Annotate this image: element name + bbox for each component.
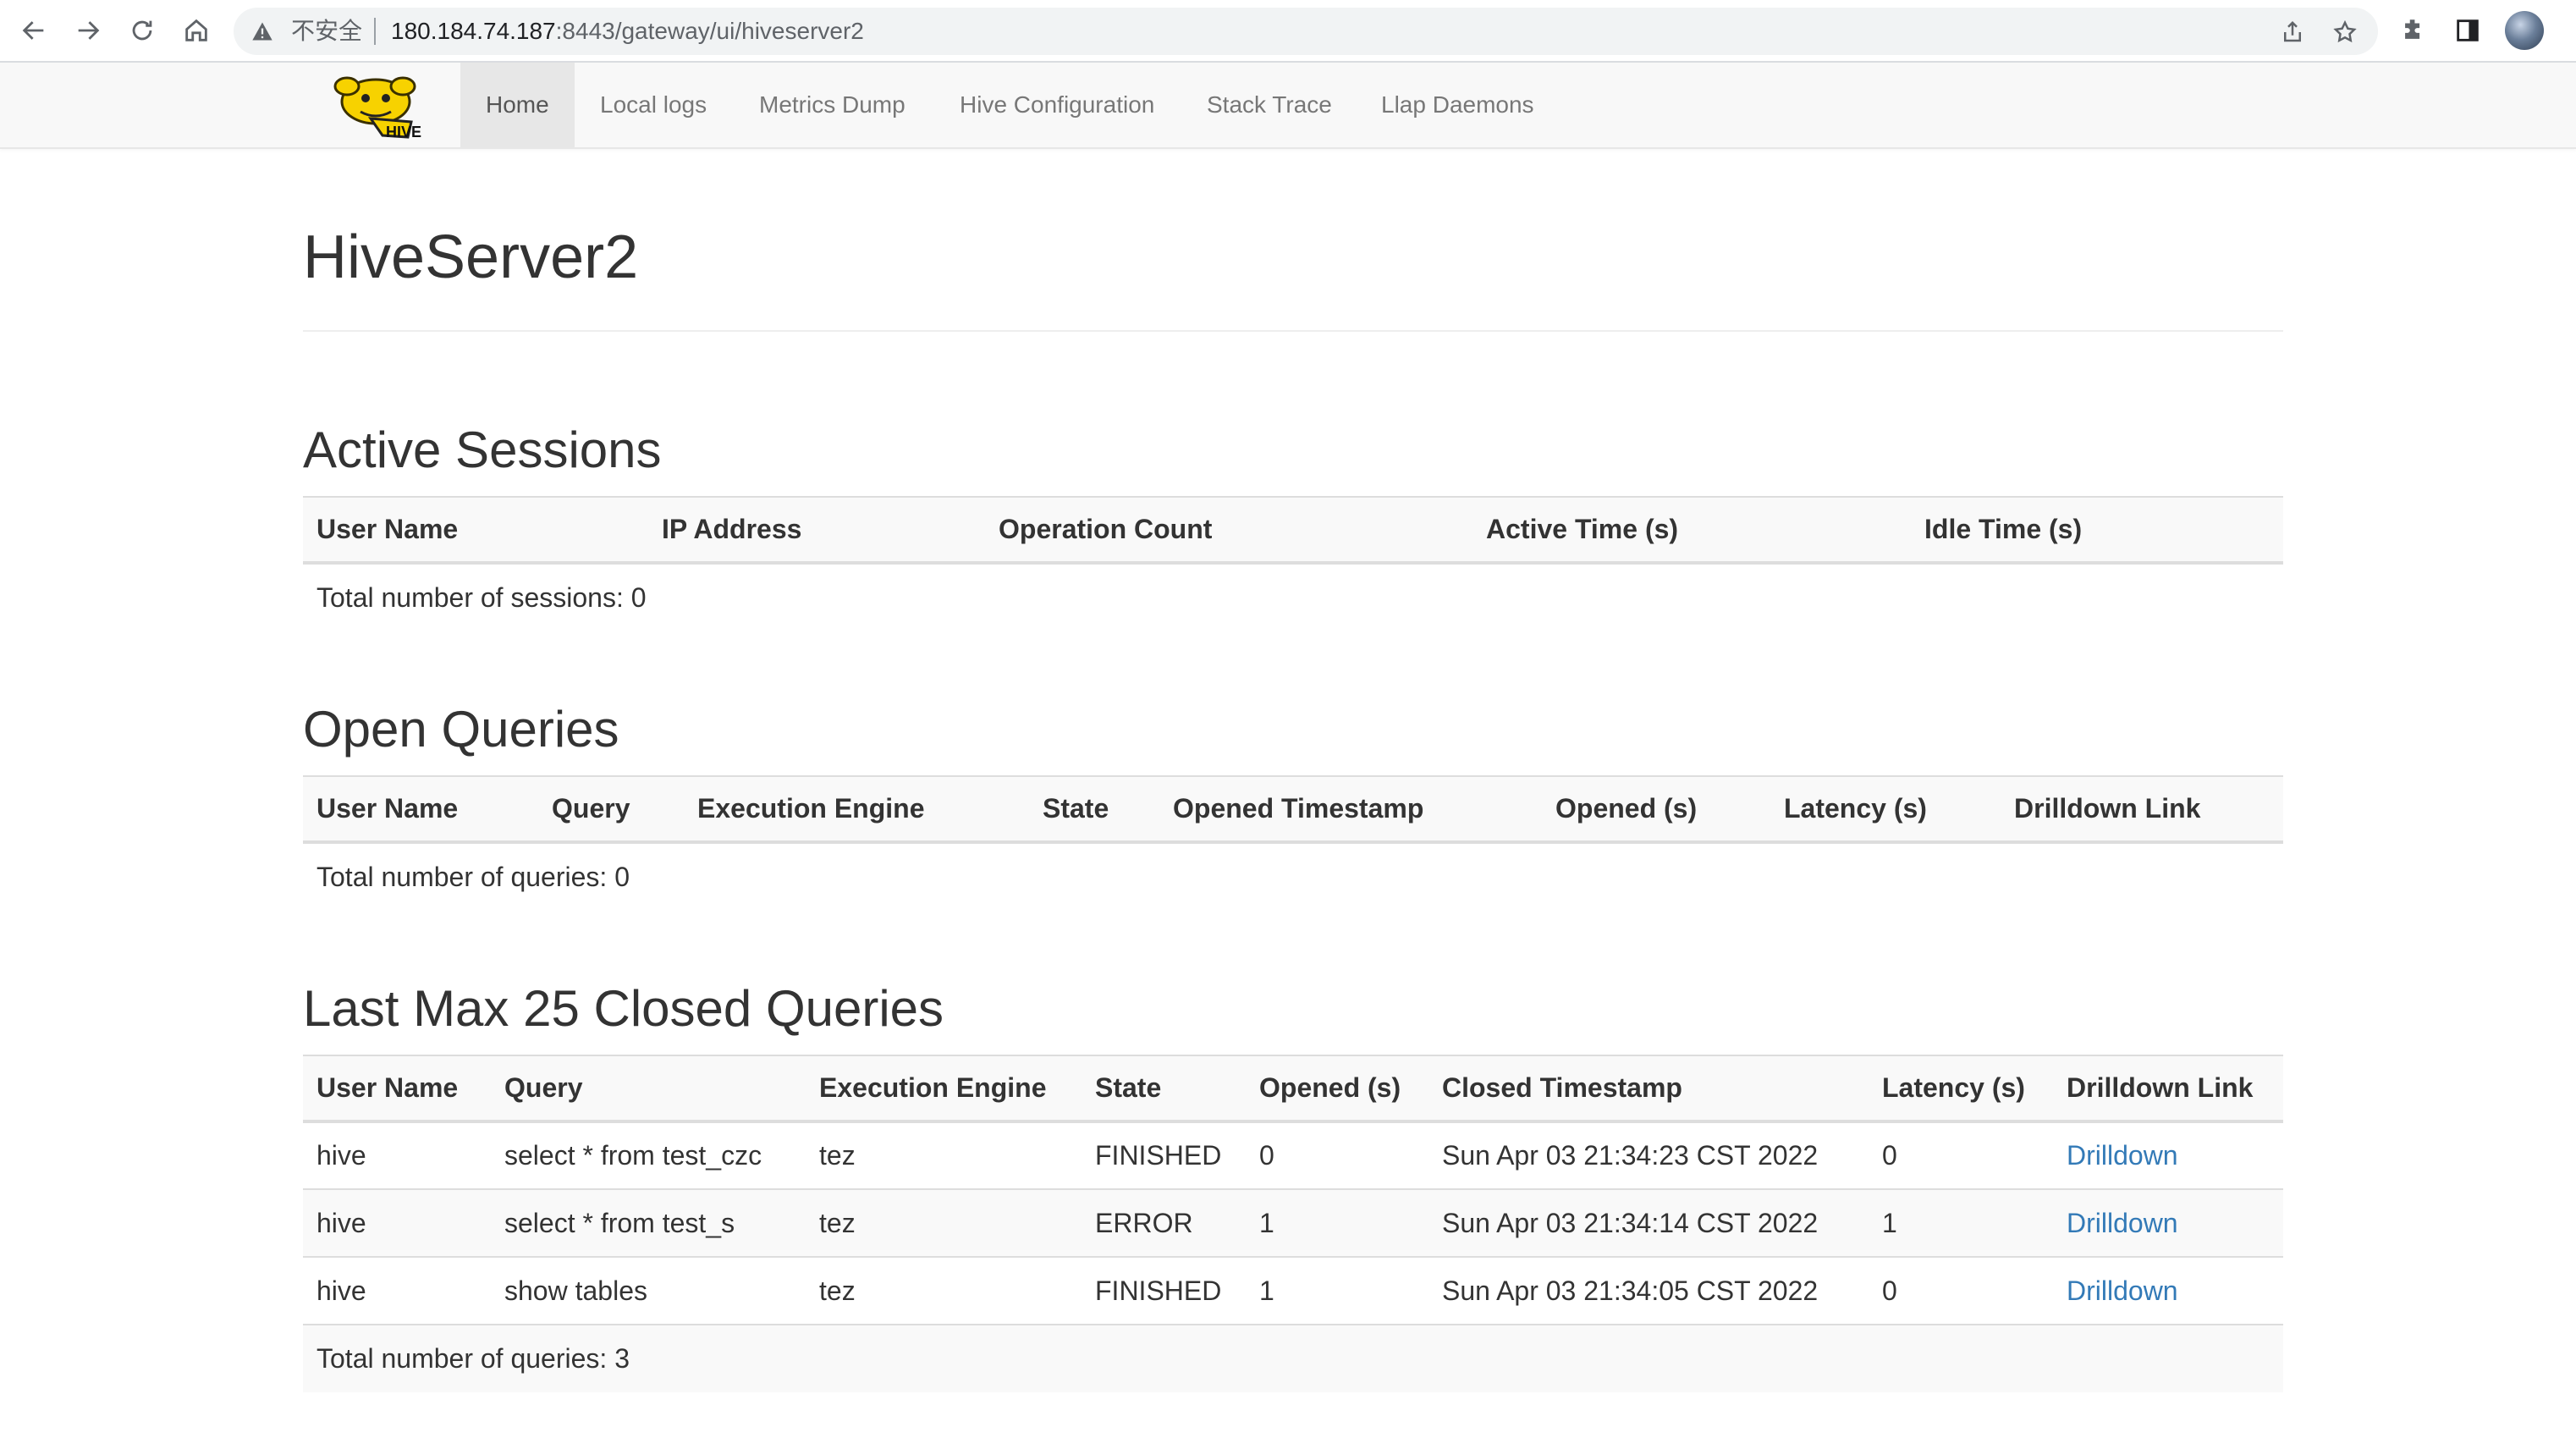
cell-opened: 1 [1246, 1256, 1428, 1325]
cell-drilldown: Drilldown [2053, 1121, 2283, 1189]
address-bar[interactable]: 不安全 180.184.74.187:8443/gateway/ui/hives… [234, 8, 2378, 55]
cell-closed-timestamp: Sun Apr 03 21:34:14 CST 2022 [1428, 1188, 1869, 1257]
omnibox-separator [374, 18, 376, 45]
page-title: HiveServer2 [303, 223, 639, 291]
title-divider [303, 330, 2283, 332]
cell-engine: tez [806, 1188, 1082, 1257]
col-operation-count: Operation Count [985, 496, 1472, 565]
closed-queries-table: User Name Query Execution Engine State O… [303, 1055, 2283, 1392]
warning-icon [252, 22, 272, 41]
forward-icon[interactable] [69, 12, 107, 49]
open-queries-total: Total number of queries: 0 [303, 841, 2283, 910]
drilldown-link[interactable]: Drilldown [2067, 1140, 2178, 1171]
col-user-name: User Name [303, 775, 538, 844]
cell-user: hive [303, 1256, 491, 1325]
col-active-time: Active Time (s) [1472, 496, 1911, 565]
sessions-total: Total number of sessions: 0 [303, 562, 2283, 631]
cell-latency: 0 [1869, 1256, 2053, 1325]
cell-state: ERROR [1082, 1188, 1246, 1257]
closed-queries-title: Last Max 25 Closed Queries [303, 980, 944, 1037]
drilldown-link[interactable]: Drilldown [2067, 1208, 2178, 1238]
cell-query: show tables [491, 1256, 806, 1325]
extensions-puzzle-icon[interactable] [2395, 12, 2432, 49]
table-row: hive show tables tez FINISHED 1 Sun Apr … [303, 1256, 2283, 1325]
browser-toolbar: 不安全 180.184.74.187:8443/gateway/ui/hives… [0, 0, 2576, 63]
insecure-label: 不安全 [291, 18, 363, 44]
nav-local-logs[interactable]: Local logs [575, 63, 732, 147]
col-execution-engine: Execution Engine [684, 775, 1029, 844]
col-execution-engine: Execution Engine [806, 1055, 1082, 1123]
cell-user: hive [303, 1188, 491, 1257]
open-queries-title: Open Queries [303, 701, 619, 758]
active-sessions-table: User Name IP Address Operation Count Act… [303, 496, 2283, 631]
url-text: 180.184.74.187:8443/gateway/ui/hiveserve… [391, 8, 864, 55]
col-idle-time: Idle Time (s) [1911, 496, 2283, 565]
cell-user: hive [303, 1121, 491, 1189]
col-drilldown-link: Drilldown Link [2053, 1055, 2283, 1123]
col-latency: Latency (s) [1770, 775, 2001, 844]
col-latency: Latency (s) [1869, 1055, 2053, 1123]
cell-closed-timestamp: Sun Apr 03 21:34:05 CST 2022 [1428, 1256, 1869, 1325]
cell-query: select * from test_s [491, 1188, 806, 1257]
bookmark-star-icon[interactable] [2332, 19, 2358, 45]
cell-opened: 1 [1246, 1188, 1428, 1257]
col-closed-timestamp: Closed Timestamp [1428, 1055, 1869, 1123]
cell-engine: tez [806, 1121, 1082, 1189]
reload-icon[interactable] [124, 12, 161, 49]
nav-metrics-dump[interactable]: Metrics Dump [734, 63, 931, 147]
cell-drilldown: Drilldown [2053, 1188, 2283, 1257]
col-user-name: User Name [303, 496, 648, 565]
url-host: 180.184.74.187 [391, 18, 556, 44]
cell-closed-timestamp: Sun Apr 03 21:34:23 CST 2022 [1428, 1121, 1869, 1189]
col-ip-address: IP Address [648, 496, 985, 565]
col-state: State [1082, 1055, 1246, 1123]
cell-opened: 0 [1246, 1121, 1428, 1189]
col-drilldown-link: Drilldown Link [2001, 775, 2283, 844]
profile-avatar[interactable] [2505, 11, 2544, 50]
table-row: hive select * from test_s tez ERROR 1 Su… [303, 1188, 2283, 1257]
cell-query: select * from test_czc [491, 1121, 806, 1189]
cell-latency: 1 [1869, 1188, 2053, 1257]
back-icon[interactable] [15, 12, 52, 49]
home-icon[interactable] [178, 12, 215, 49]
table-row: hive select * from test_czc tez FINISHED… [303, 1121, 2283, 1189]
cell-state: FINISHED [1082, 1256, 1246, 1325]
col-state: State [1029, 775, 1159, 844]
open-queries-table: User Name Query Execution Engine State O… [303, 775, 2283, 910]
cell-state: FINISHED [1082, 1121, 1246, 1189]
url-path: :8443/gateway/ui/hiveserver2 [555, 18, 864, 44]
nav-stack-trace[interactable]: Stack Trace [1181, 63, 1357, 147]
active-sessions-title: Active Sessions [303, 421, 662, 478]
cell-drilldown: Drilldown [2053, 1256, 2283, 1325]
nav-home[interactable]: Home [460, 63, 575, 147]
top-navbar: HIVE Home Local logs Metrics Dump Hive C… [0, 63, 2576, 149]
svg-text:HIVE: HIVE [386, 124, 421, 140]
drilldown-link[interactable]: Drilldown [2067, 1275, 2178, 1306]
col-opened-s: Opened (s) [1542, 775, 1770, 844]
cell-latency: 0 [1869, 1121, 2053, 1189]
share-icon[interactable] [2280, 19, 2305, 45]
nav-llap-daemons[interactable]: Llap Daemons [1356, 63, 1560, 147]
col-query: Query [538, 775, 684, 844]
nav-hive-configuration[interactable]: Hive Configuration [934, 63, 1180, 147]
hive-logo[interactable]: HIVE [327, 68, 440, 142]
col-opened-s: Opened (s) [1246, 1055, 1428, 1123]
col-opened-timestamp: Opened Timestamp [1159, 775, 1542, 844]
closed-queries-total: Total number of queries: 3 [303, 1324, 2283, 1392]
cell-engine: tez [806, 1256, 1082, 1325]
side-panel-icon[interactable] [2449, 12, 2486, 49]
col-user-name: User Name [303, 1055, 491, 1123]
col-query: Query [491, 1055, 806, 1123]
